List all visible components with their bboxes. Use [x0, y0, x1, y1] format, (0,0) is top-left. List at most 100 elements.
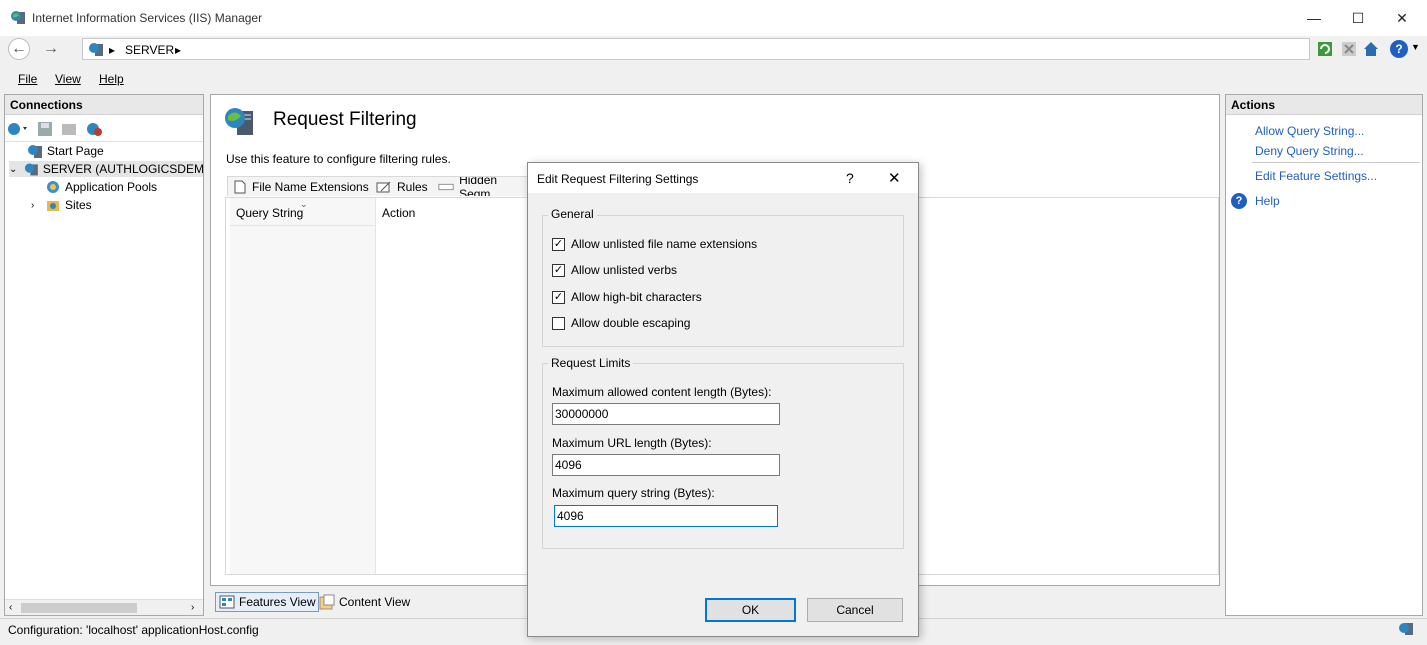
tab-label: Features View	[239, 595, 316, 609]
application-pools-icon	[47, 181, 59, 193]
tree-item-sites[interactable]: › Sites	[31, 197, 92, 213]
scroll-left-icon[interactable]: ‹	[9, 602, 12, 613]
tab-label: Hidden Segm	[459, 176, 498, 196]
close-window-button[interactable]: ✕	[1380, 6, 1424, 30]
path-segment-server[interactable]: SERVER	[125, 43, 174, 57]
tab-features-view[interactable]: Features View	[215, 592, 320, 612]
content-view-icon	[319, 594, 335, 610]
tree-item-label: SERVER (AUTHLOGICSDEMO\	[42, 162, 203, 176]
tab-rules[interactable]: Rules	[371, 176, 434, 196]
tree-item-label: Sites	[65, 198, 92, 212]
tree-item-label: Application Pools	[65, 180, 158, 194]
chevron-right-icon[interactable]: ›	[31, 200, 41, 211]
actions-divider	[1252, 162, 1420, 163]
checkbox-label: Allow double escaping	[571, 316, 691, 330]
title-bar: Internet Information Services (IIS) Mana…	[0, 0, 1427, 36]
forward-button[interactable]: →	[40, 38, 62, 60]
chevron-down-icon[interactable]: ▼	[1411, 42, 1420, 52]
action-help[interactable]: Help	[1255, 194, 1280, 208]
path-separator-icon: ▸	[109, 43, 116, 57]
forward-arrow-icon: →	[43, 40, 59, 57]
minimize-button[interactable]: —	[1292, 6, 1336, 30]
home-icon[interactable]	[1362, 40, 1380, 58]
tree-item-server[interactable]: ⌄ SERVER (AUTHLOGICSDEMO\	[9, 161, 203, 177]
tab-content-view[interactable]: Content View	[316, 592, 413, 612]
allow-unlisted-verbs-checkbox[interactable]: ✓ Allow unlisted verbs	[552, 263, 677, 277]
cancel-button[interactable]: Cancel	[807, 598, 903, 622]
tab-label: Rules	[397, 179, 428, 194]
rules-icon	[376, 181, 391, 192]
connections-toolbar	[7, 119, 103, 139]
start-page-icon	[28, 145, 42, 158]
allow-unlisted-extensions-checkbox[interactable]: ✓ Allow unlisted file name extensions	[552, 237, 757, 251]
query-string-length-label: Maximum query string (Bytes):	[552, 486, 715, 500]
stop-icon[interactable]	[1340, 40, 1358, 58]
sites-icon	[47, 201, 59, 211]
horizontal-scrollbar[interactable]: ‹ ›	[5, 599, 203, 615]
scrollbar-thumb[interactable]	[21, 603, 137, 613]
column-header-action[interactable]: Action	[382, 206, 415, 220]
menu-bar	[0, 66, 1427, 92]
tree-item-label: Start Page	[47, 144, 104, 158]
request-filtering-icon	[225, 108, 253, 135]
up-icon[interactable]	[61, 121, 77, 137]
path-separator-icon: ▸	[175, 43, 182, 57]
connections-header: Connections	[5, 95, 203, 115]
back-arrow-icon: ←	[11, 40, 27, 57]
tab-hidden-segments[interactable]: Hidden Segm	[433, 176, 529, 196]
refresh-icon[interactable]	[1316, 40, 1334, 58]
server-icon	[24, 163, 38, 176]
scroll-right-icon[interactable]: ›	[191, 602, 194, 613]
remove-connection-icon[interactable]	[85, 121, 103, 137]
menu-view[interactable]: View	[55, 72, 81, 86]
tab-label: Content View	[339, 595, 411, 609]
window-title: Internet Information Services (IIS) Mana…	[32, 11, 263, 25]
dialog-close-button[interactable]: ✕	[888, 169, 901, 187]
maximize-button[interactable]: ☐	[1336, 6, 1380, 30]
action-deny-query-string[interactable]: Deny Query String...	[1255, 144, 1364, 158]
checkbox-checked-icon[interactable]: ✓	[552, 290, 565, 304]
action-edit-feature-settings[interactable]: Edit Feature Settings...	[1255, 169, 1377, 183]
request-limits-group-label: Request Limits	[548, 356, 634, 370]
file-icon	[234, 180, 246, 193]
content-length-input[interactable]	[552, 403, 780, 425]
connection-status-icon	[1399, 623, 1413, 635]
dialog-title: Edit Request Filtering Settings	[537, 172, 699, 186]
page-description: Use this feature to configure filtering …	[226, 152, 451, 166]
connect-icon[interactable]	[7, 121, 29, 137]
query-string-length-input[interactable]	[554, 505, 778, 527]
menu-help[interactable]: Help	[99, 72, 124, 86]
column-header-query-string[interactable]: Query String	[236, 206, 303, 220]
tab-label: File Name Extensions	[252, 179, 369, 194]
iis-manager-icon	[11, 11, 25, 24]
menu-file[interactable]: File	[18, 72, 37, 86]
tree-item-start-page[interactable]: Start Page	[27, 143, 104, 159]
actions-header: Actions	[1226, 95, 1422, 115]
content-length-label: Maximum allowed content length (Bytes):	[552, 385, 772, 399]
dialog-title-bar: Edit Request Filtering Settings ? ✕	[528, 163, 918, 193]
segments-icon	[438, 183, 454, 190]
checkbox-unchecked-icon[interactable]	[552, 316, 565, 330]
action-allow-query-string[interactable]: Allow Query String...	[1255, 124, 1364, 138]
tab-file-name-extensions[interactable]: File Name Extensions	[227, 176, 375, 196]
chevron-down-icon[interactable]: ⌄	[9, 164, 20, 175]
server-icon	[89, 43, 103, 56]
checkbox-label: Allow high-bit characters	[571, 290, 702, 304]
checkbox-checked-icon[interactable]: ✓	[552, 263, 565, 277]
tree-item-application-pools[interactable]: Application Pools	[45, 179, 157, 195]
features-view-icon	[219, 595, 235, 609]
dialog-help-button[interactable]: ?	[846, 170, 854, 186]
address-path-field[interactable]: ▸ SERVER ▸	[82, 38, 1310, 60]
checkbox-checked-icon[interactable]: ✓	[552, 237, 565, 251]
save-icon[interactable]	[37, 121, 53, 137]
connections-panel: Connections Start Page ⌄ SERVER (AUTHLOG…	[4, 94, 204, 616]
status-text: Configuration: 'localhost' applicationHo…	[8, 623, 259, 637]
allow-high-bit-characters-checkbox[interactable]: ✓ Allow high-bit characters	[552, 290, 702, 304]
ok-button[interactable]: OK	[705, 598, 796, 622]
url-length-input[interactable]	[552, 454, 780, 476]
url-length-label: Maximum URL length (Bytes):	[552, 436, 712, 450]
checkbox-label: Allow unlisted verbs	[571, 263, 678, 277]
back-button[interactable]: ←	[8, 38, 30, 60]
allow-double-escaping-checkbox[interactable]: Allow double escaping	[552, 316, 690, 330]
help-icon[interactable]: ?	[1390, 40, 1408, 58]
